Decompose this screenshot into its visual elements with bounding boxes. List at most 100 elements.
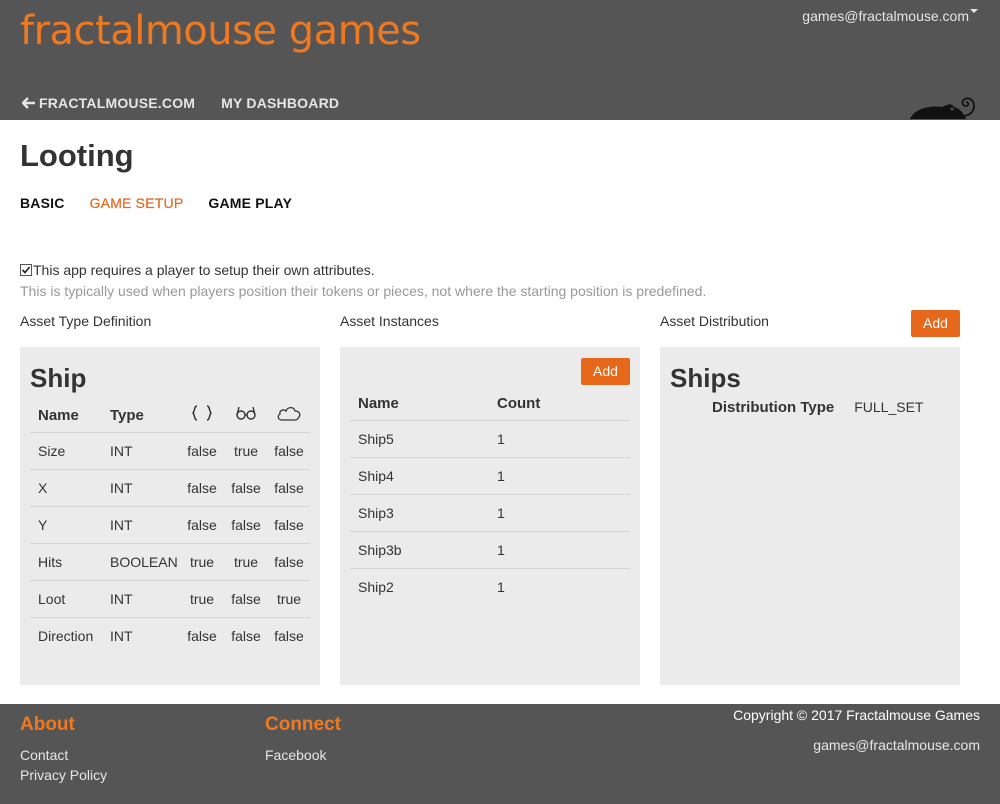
nav-dashboard-link[interactable]: MY DASHBOARD — [221, 95, 339, 111]
requires-attributes-checkbox[interactable] — [20, 264, 32, 276]
table-row: Y INT false false false — [30, 506, 310, 544]
nav-fractalmouse-label: FRACTALMOUSE.COM — [39, 95, 196, 111]
distribution-type-key: Distribution Type — [712, 399, 835, 416]
asset-instances-table: Name Count Ship5 1 Ship4 1 Ship3 1 Ship3b 1 Ship… — [350, 387, 630, 605]
cell-cloud: false — [274, 627, 304, 644]
cell-cloud: false — [268, 543, 310, 581]
mouse-logo-icon — [910, 97, 975, 119]
table-row: Size INT false true false — [30, 432, 310, 470]
requires-attributes-row: This app requires a player to setup thei… — [20, 262, 375, 278]
tab-basic[interactable]: BASIC — [20, 195, 65, 211]
user-email: games@fractalmouse.com — [802, 8, 969, 24]
cell-cloud: false — [268, 506, 310, 544]
setup-tabs: BASIC GAME SETUP GAME PLAY — [20, 195, 292, 211]
cell-glasses: false — [224, 469, 268, 507]
asset-distribution-panel: Ships Distribution Type FULL_SET — [660, 347, 960, 685]
cloud-icon — [277, 407, 301, 421]
footer-connect-heading: Connect — [265, 714, 341, 735]
cell-name: Ship3 — [350, 494, 489, 532]
user-menu[interactable]: games@fractalmouse.com — [802, 8, 978, 24]
cell-type: INT — [102, 506, 180, 544]
table-row[interactable]: Ship3 1 — [350, 494, 630, 532]
footer-copyright: Copyright © 2017 Fractalmouse Games — [733, 707, 980, 723]
footer-email[interactable]: games@fractalmouse.com — [813, 737, 980, 753]
cell-cloud: false — [268, 469, 310, 507]
cell-name: Ship3b — [350, 531, 489, 569]
cell-count: 1 — [497, 578, 505, 595]
site-header: fractalmouse games games@fractalmouse.co… — [0, 0, 1000, 120]
cloud-header — [268, 399, 310, 433]
table-row: Loot INT true false true — [30, 580, 310, 618]
glasses-header — [224, 399, 268, 433]
arrow-left-icon — [22, 97, 35, 109]
tab-game-play[interactable]: GAME PLAY — [208, 195, 292, 211]
cell-glasses: true — [224, 432, 268, 470]
nav-dashboard-label: MY DASHBOARD — [221, 95, 340, 111]
cell-type: INT — [102, 580, 180, 618]
cell-name: X — [30, 469, 102, 507]
cell-count: 1 — [489, 420, 630, 458]
caret-down-icon — [970, 9, 978, 14]
cell-braces: false — [180, 506, 224, 544]
cell-name: Hits — [30, 543, 102, 581]
table-row[interactable]: Ship2 1 — [350, 568, 630, 605]
footer-about-heading: About — [20, 714, 75, 735]
cell-braces: false — [180, 469, 224, 507]
requires-attributes-label: This app requires a player to setup thei… — [33, 262, 375, 278]
asset-instances-label: Asset Instances — [340, 313, 439, 329]
footer-contact-link[interactable]: Contact — [20, 747, 68, 763]
cell-braces: false — [187, 627, 217, 644]
asset-distribution-label: Asset Distribution — [660, 313, 769, 329]
table-row[interactable]: Ship5 1 — [350, 420, 630, 458]
page-title: Looting — [20, 138, 134, 173]
table-header-row: Name Count — [350, 387, 630, 421]
cell-count: 1 — [489, 531, 630, 569]
asset-type-panel: Ship Name Type Size INT false true false… — [20, 347, 320, 685]
cell-name: Ship5 — [350, 420, 489, 458]
table-row[interactable]: Ship4 1 — [350, 457, 630, 495]
table-row: Direction INT false false false — [30, 617, 310, 654]
col-type-header: Type — [102, 399, 180, 433]
cell-count: 1 — [489, 457, 630, 495]
requires-attributes-hint: This is typically used when players posi… — [20, 283, 707, 299]
cell-name: Ship4 — [350, 457, 489, 495]
top-nav: FRACTALMOUSE.COM MY DASHBOARD — [22, 95, 339, 111]
cell-glasses: true — [224, 543, 268, 581]
table-row: Hits BOOLEAN true true false — [30, 543, 310, 581]
col-name-header: Name — [30, 399, 102, 433]
cell-glasses: false — [224, 580, 268, 618]
distribution-type-row: Distribution Type FULL_SET — [712, 399, 923, 416]
brand-logo-text[interactable]: fractalmouse games — [20, 8, 421, 54]
add-distribution-button[interactable]: Add — [911, 310, 960, 337]
col-count-header: Count — [489, 387, 630, 421]
cell-glasses: false — [231, 627, 261, 644]
cell-name: Size — [30, 432, 102, 470]
braces-icon — [191, 405, 213, 421]
cell-type: BOOLEAN — [102, 543, 180, 581]
cell-braces: true — [180, 543, 224, 581]
cell-name: Loot — [30, 580, 102, 618]
footer-privacy-link[interactable]: Privacy Policy — [20, 767, 107, 783]
cell-name: Ship2 — [358, 578, 394, 595]
checkmark-icon — [21, 266, 31, 274]
asset-type-table: Name Type Size INT false true false X IN… — [30, 399, 310, 654]
cell-braces: true — [180, 580, 224, 618]
col-name-header: Name — [350, 387, 489, 421]
tab-game-setup[interactable]: GAME SETUP — [89, 195, 184, 211]
cell-type: INT — [102, 469, 180, 507]
asset-type-label: Asset Type Definition — [20, 313, 152, 329]
cell-cloud: false — [268, 432, 310, 470]
asset-instances-panel: Add Name Count Ship5 1 Ship4 1 Ship3 1 Ship3b 1… — [340, 347, 640, 685]
asset-type-title: Ship — [30, 363, 87, 393]
table-header-row: Name Type — [30, 399, 310, 433]
cell-type: INT — [102, 432, 180, 470]
footer-facebook-link[interactable]: Facebook — [265, 747, 326, 763]
distribution-type-value: FULL_SET — [854, 399, 924, 415]
braces-header — [180, 399, 224, 433]
add-instance-button[interactable]: Add — [581, 358, 630, 385]
nav-fractalmouse-link[interactable]: FRACTALMOUSE.COM — [22, 95, 195, 111]
table-row: X INT false false false — [30, 469, 310, 507]
cell-name: Direction — [38, 627, 94, 644]
table-row[interactable]: Ship3b 1 — [350, 531, 630, 569]
site-footer: About Contact Privacy Policy Connect Fac… — [0, 704, 1000, 804]
